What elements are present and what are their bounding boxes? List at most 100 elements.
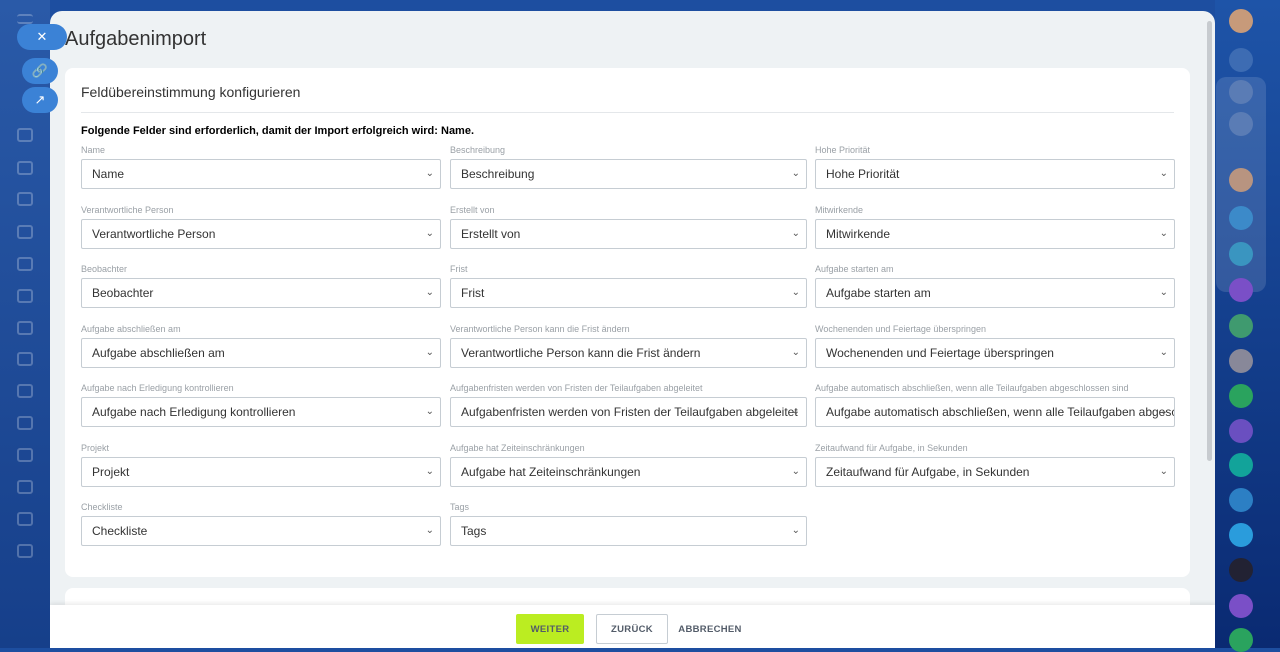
contact-card-icon[interactable] xyxy=(1229,314,1253,338)
chevron-down-icon: ⌄ xyxy=(1159,168,1168,179)
card-title: Feldübereinstimmung konfigurieren xyxy=(81,84,301,100)
cancel-button[interactable]: ABBRECHEN xyxy=(678,614,742,644)
task-chat-icon[interactable] xyxy=(1229,453,1253,477)
chevron-down-icon: ⌄ xyxy=(791,287,800,298)
field-select[interactable]: Aufgabe starten am ⌄ xyxy=(815,278,1175,308)
next-button[interactable]: WEITER xyxy=(516,614,584,644)
field-value: Hohe Priorität xyxy=(826,167,900,181)
open-new-window-button[interactable]: ↗ xyxy=(22,87,58,113)
checkbox-icon[interactable] xyxy=(17,289,33,303)
right-sidebar xyxy=(1215,0,1280,652)
field-select[interactable]: Aufgabenfristen werden von Fristen der T… xyxy=(450,397,807,427)
chart-icon[interactable] xyxy=(17,512,33,526)
field-label: Wochenenden und Feiertage überspringen xyxy=(815,323,986,334)
field-select[interactable]: Aufgabe nach Erledigung kontrollieren ⌄ xyxy=(81,397,441,427)
chat-search-icon[interactable] xyxy=(1229,112,1253,136)
contact-avatar[interactable] xyxy=(1229,558,1253,582)
field-value: Verantwortliche Person xyxy=(92,226,216,241)
chevron-down-icon: ⌄ xyxy=(1159,465,1168,477)
field-value: Aufgabe automatisch abschließen, wenn al… xyxy=(826,405,1175,419)
cart-icon[interactable] xyxy=(17,544,33,558)
board-icon[interactable] xyxy=(17,257,33,271)
field-select[interactable]: Aufgabe hat Zeiteinschränkungen ⌄ xyxy=(450,456,807,487)
field-value: Beschreibung xyxy=(461,167,535,181)
tasks-icon[interactable] xyxy=(17,128,33,142)
contact-avatar[interactable] xyxy=(1229,349,1253,373)
field-7: Frist Frist ⌄ xyxy=(450,264,807,308)
copilot-chat-icon[interactable] xyxy=(1229,594,1253,618)
menu-icon[interactable] xyxy=(17,14,33,24)
chevron-down-icon: ⌄ xyxy=(425,346,434,358)
field-value: Tags xyxy=(461,524,487,538)
field-5: Mitwirkende Mitwirkende ⌄ xyxy=(815,205,1175,249)
field-select[interactable]: Beschreibung ⌄ xyxy=(450,159,807,189)
close-button[interactable]: ✕ xyxy=(17,24,67,50)
card-icon[interactable] xyxy=(17,480,33,494)
task-chat-icon[interactable] xyxy=(1229,628,1253,652)
field-label: Name xyxy=(81,145,106,155)
copilot-icon[interactable] xyxy=(1229,80,1253,104)
footer: WEITER ZURÜCK ABBRECHEN xyxy=(50,605,1215,648)
scrollbar[interactable] xyxy=(1207,21,1212,461)
task-chat-icon[interactable] xyxy=(1229,242,1253,266)
crm-icon[interactable] xyxy=(17,192,33,206)
sign-icon[interactable] xyxy=(17,384,33,398)
bell-icon[interactable] xyxy=(1229,48,1253,72)
field-label: Aufgabe hat Zeiteinschränkungen xyxy=(450,442,585,453)
field-select[interactable]: Zeitaufwand für Aufgabe, in Sekunden ⌄ xyxy=(815,456,1175,487)
contacts-icon[interactable] xyxy=(17,161,33,175)
field-value: Projekt xyxy=(92,464,130,479)
field-17: Zeitaufwand für Aufgabe, in Sekunden Zeit… xyxy=(815,443,1175,487)
field-2: Hohe Priorität Hohe Priorität ⌄ xyxy=(815,145,1175,189)
field-8: Aufgabe starten am Aufgabe starten am ⌄ xyxy=(815,264,1175,308)
chevron-down-icon: ⌄ xyxy=(1159,346,1168,358)
field-label: Aufgabenfristen werden von Fristen der T… xyxy=(450,383,703,393)
task-chat-icon[interactable] xyxy=(1229,488,1253,512)
field-15: Projekt Projekt ⌄ xyxy=(81,443,441,487)
user-avatar[interactable] xyxy=(1229,9,1253,33)
contact-avatar[interactable] xyxy=(1229,168,1253,192)
calendar-icon[interactable] xyxy=(17,352,33,366)
field-value: Zeitaufwand für Aufgabe, in Sekunden xyxy=(826,464,1030,479)
copilot-chat-icon[interactable] xyxy=(1229,278,1253,302)
field-select[interactable]: Beobachter ⌄ xyxy=(81,278,441,308)
field-value: Verantwortliche Person kann die Frist än… xyxy=(461,345,701,360)
field-select[interactable]: Tags ⌄ xyxy=(450,516,807,546)
filter-icon[interactable] xyxy=(17,416,33,430)
task-chat-icon[interactable] xyxy=(1229,206,1253,230)
store-icon[interactable] xyxy=(17,448,33,462)
field-label: Aufgabe automatisch abschließen, wenn al… xyxy=(815,383,1129,393)
field-select[interactable]: Aufgabe abschließen am ⌄ xyxy=(81,337,441,368)
field-select[interactable]: Wochenenden und Feiertage überspringen ⌄ xyxy=(815,337,1175,368)
chevron-down-icon: ⌄ xyxy=(425,465,434,477)
task-chat-icon[interactable] xyxy=(1229,384,1253,408)
field-select[interactable]: Erstellt von ⌄ xyxy=(450,218,807,249)
chevron-down-icon: ⌄ xyxy=(425,168,434,179)
field-select[interactable]: Verantwortliche Person kann die Frist än… xyxy=(450,337,807,368)
chat-icon[interactable] xyxy=(1229,523,1253,547)
chevron-down-icon: ⌄ xyxy=(425,406,434,417)
chat-icon[interactable] xyxy=(17,321,33,335)
field-select[interactable]: Name ⌄ xyxy=(81,159,441,189)
field-10: Verantwortliche Person kann die Frist än… xyxy=(450,324,807,368)
field-select[interactable]: Mitwirkende ⌄ xyxy=(815,218,1175,249)
field-value: Aufgabe starten am xyxy=(826,286,931,300)
field-3: Verantwortliche Person Verantwortliche Pe… xyxy=(81,205,441,249)
field-13: Aufgabenfristen werden von Fristen der T… xyxy=(450,383,807,427)
required-note: Folgende Felder sind erforderlich, damit… xyxy=(81,125,475,137)
field-select[interactable]: Frist ⌄ xyxy=(450,278,807,308)
task-chat-icon[interactable] xyxy=(1229,419,1253,443)
field-value: Aufgabe abschließen am xyxy=(92,345,225,360)
field-value: Aufgabe hat Zeiteinschränkungen xyxy=(461,464,641,479)
back-button[interactable]: ZURÜCK xyxy=(596,614,668,644)
field-select[interactable]: Verantwortliche Person ⌄ xyxy=(81,218,441,249)
field-value: Frist xyxy=(461,286,485,300)
field-select[interactable]: Projekt ⌄ xyxy=(81,456,441,487)
copy-link-button[interactable]: 🔗 xyxy=(22,58,58,84)
field-select[interactable]: Aufgabe automatisch abschließen, wenn al… xyxy=(815,397,1175,427)
chevron-down-icon: ⌄ xyxy=(791,525,800,536)
field-select[interactable]: Hohe Priorität ⌄ xyxy=(815,159,1175,189)
chevron-down-icon: ⌄ xyxy=(791,346,800,358)
document-icon[interactable] xyxy=(17,225,33,239)
field-select[interactable]: Checkliste ⌄ xyxy=(81,516,441,546)
